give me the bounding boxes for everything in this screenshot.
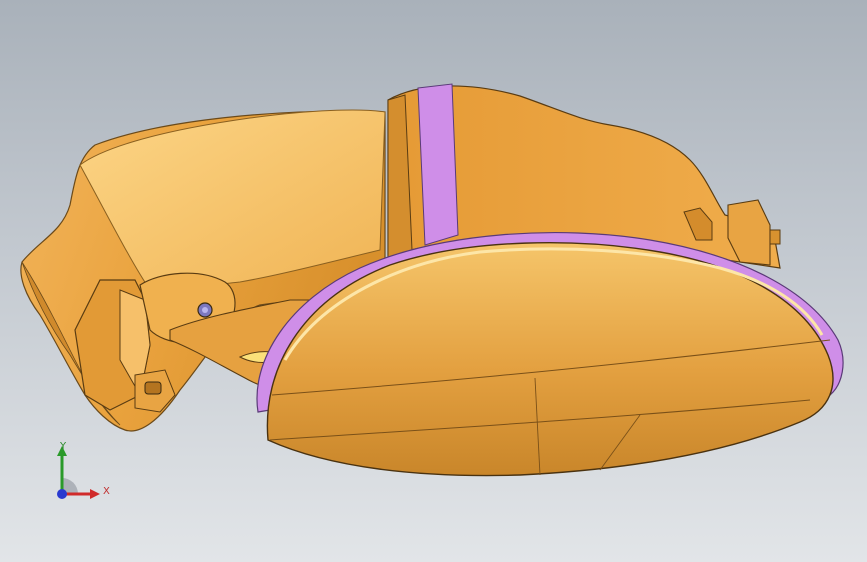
purple-strap: [417, 83, 459, 246]
x-axis-arrowhead-icon: [90, 489, 100, 499]
screw-hole-inner-icon: [202, 307, 208, 313]
axis-x-label: X: [103, 486, 110, 497]
graphics-viewport[interactable]: Y X: [0, 0, 867, 562]
coordinate-triad: Y X: [40, 438, 120, 508]
connector-pin: [769, 229, 781, 245]
triad-graphic: [57, 446, 100, 499]
3d-model-lamp-housing[interactable]: [0, 0, 867, 562]
z-axis-icon: [57, 489, 67, 499]
axis-y-label: Y: [60, 441, 67, 452]
lower-clip-slot: [144, 381, 162, 395]
